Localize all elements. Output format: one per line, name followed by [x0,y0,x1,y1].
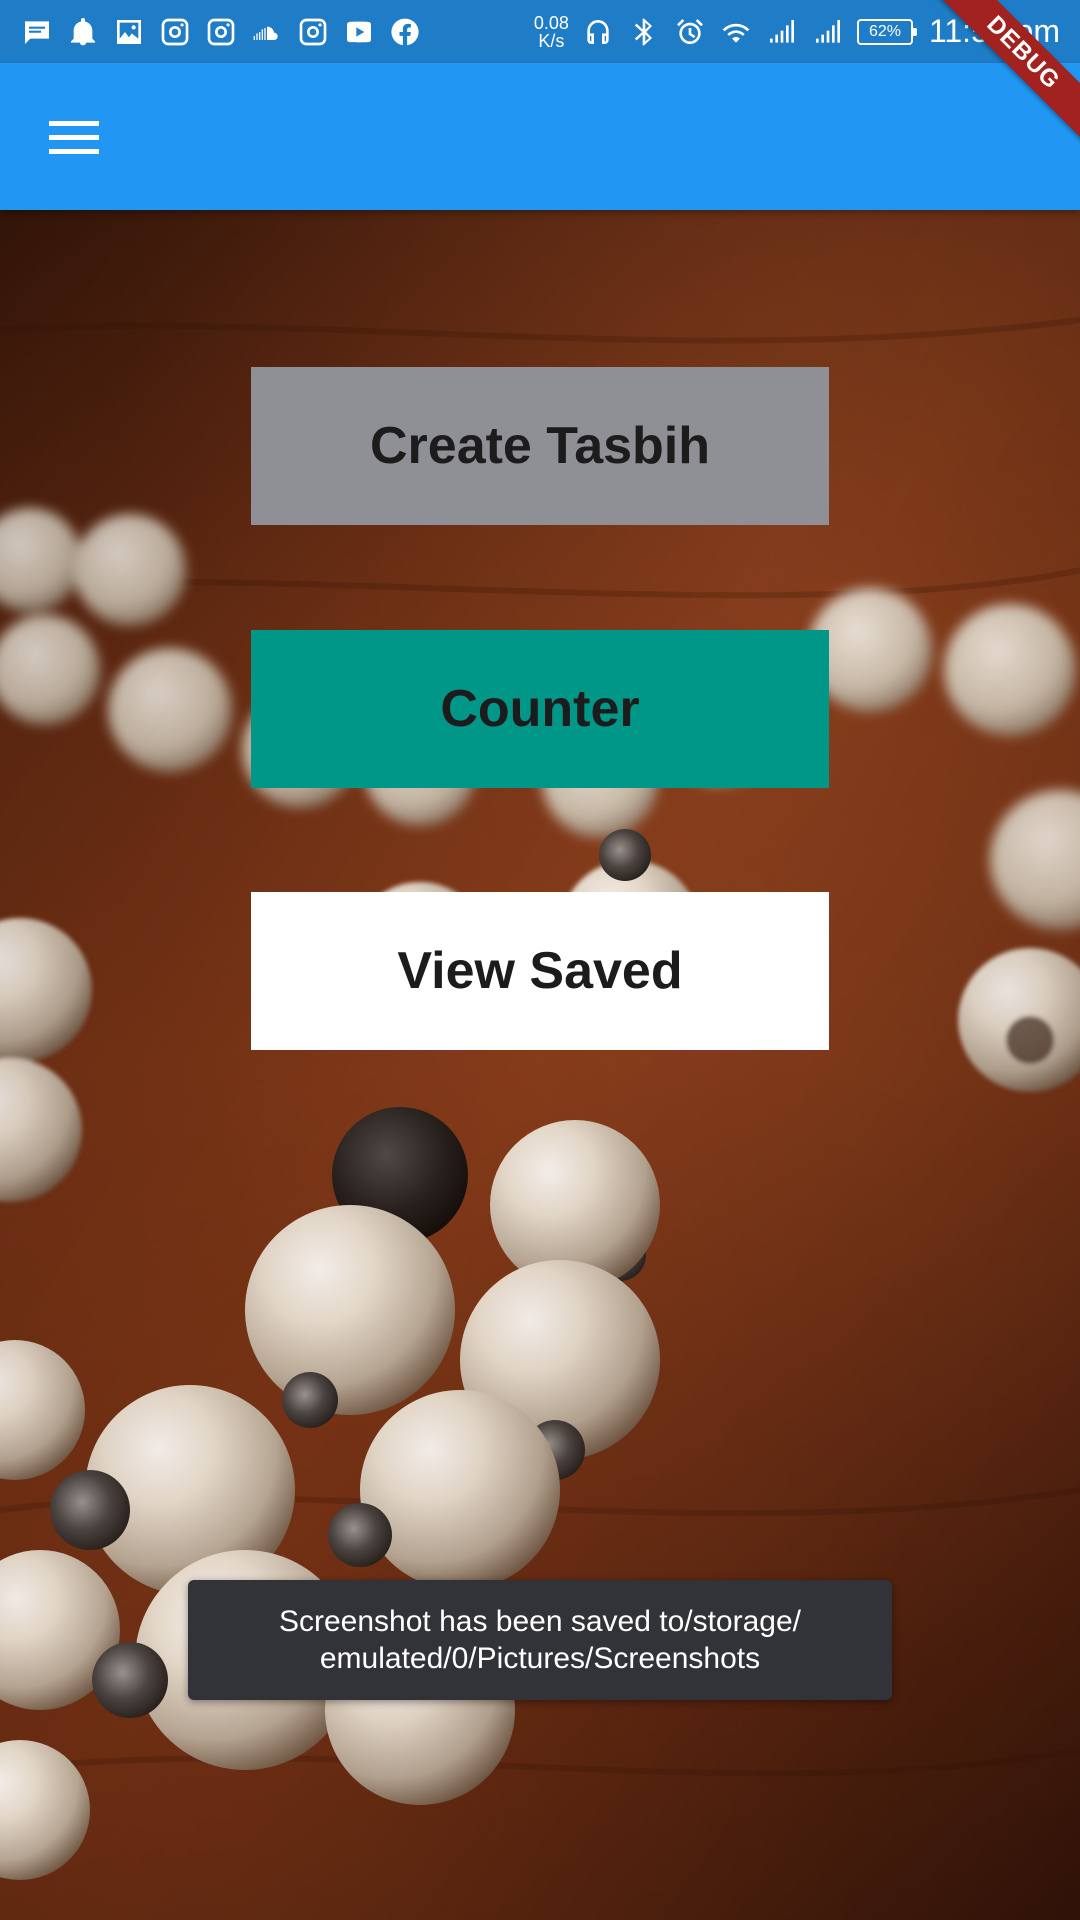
status-bar: 0.08 K/s 62% 11:51 [0,0,1080,63]
instagram-icon [158,15,192,49]
network-speed-value: 0.08 [533,12,569,33]
status-bar-left [20,15,422,49]
view-saved-button[interactable]: View Saved [251,892,829,1050]
battery-level: 62% [868,22,901,40]
network-speed: 0.08 K/s [534,14,569,50]
instagram-icon [296,15,330,49]
toast-line-2: emulated/0/Pictures/Screenshots [319,1642,761,1675]
notification-bell-icon [66,15,100,49]
toast-line-1: Screenshot has been saved to/storage/ [278,1605,801,1638]
facebook-icon [388,15,422,49]
bluetooth-icon [627,15,661,49]
app-bar [0,63,1080,210]
instagram-icon [204,15,238,49]
alarm-icon [673,15,707,49]
signal-icon [765,15,799,49]
counter-button[interactable]: Counter [251,630,829,788]
screen: 0.08 K/s 62% 11:51 [0,0,1080,1920]
network-speed-unit: K/s [538,30,565,51]
headphones-icon [581,15,615,49]
battery-indicator: 62% [856,18,917,45]
hamburger-menu-icon [49,121,99,154]
create-tasbih-button[interactable]: Create Tasbih [251,367,829,525]
menu-button[interactable] [34,103,114,173]
wifi-icon [719,15,753,49]
soundcloud-icon [250,15,284,49]
signal-icon [811,15,845,49]
message-icon [20,15,54,49]
youtube-icon [342,15,376,49]
screenshot-saved-toast: Screenshot has been saved to/storage/ em… [188,1580,892,1700]
gallery-icon [112,15,146,49]
